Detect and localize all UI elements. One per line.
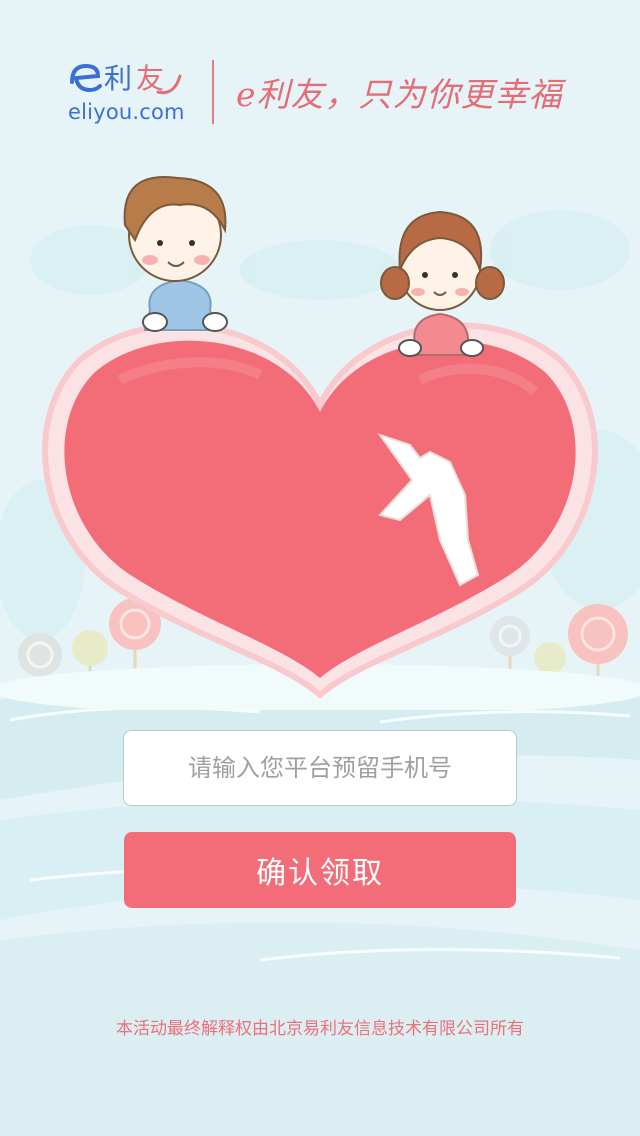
confirm-claim-button[interactable]: 确认领取 bbox=[124, 832, 516, 908]
svg-text:友: 友 bbox=[136, 62, 164, 95]
slogan-text: e利友，只为你更幸福 bbox=[236, 75, 563, 114]
footer-disclaimer: 本活动最终解释权由北京易利友信息技术有限公司所有 bbox=[116, 1019, 524, 1039]
header-divider bbox=[212, 60, 214, 124]
svg-text:利: 利 bbox=[104, 62, 132, 95]
eliyou-logo: 利 友 eliyou.com bbox=[66, 56, 186, 126]
logo-domain-text: eliyou.com bbox=[68, 100, 185, 124]
hero-illustration bbox=[0, 176, 640, 710]
phone-number-input[interactable] bbox=[123, 730, 517, 806]
eliyou-logo-icon: 利 友 bbox=[70, 62, 182, 95]
header: 利 友 eliyou.com e利友，只为你更幸福 bbox=[0, 0, 640, 150]
boy-illustration bbox=[123, 176, 228, 332]
